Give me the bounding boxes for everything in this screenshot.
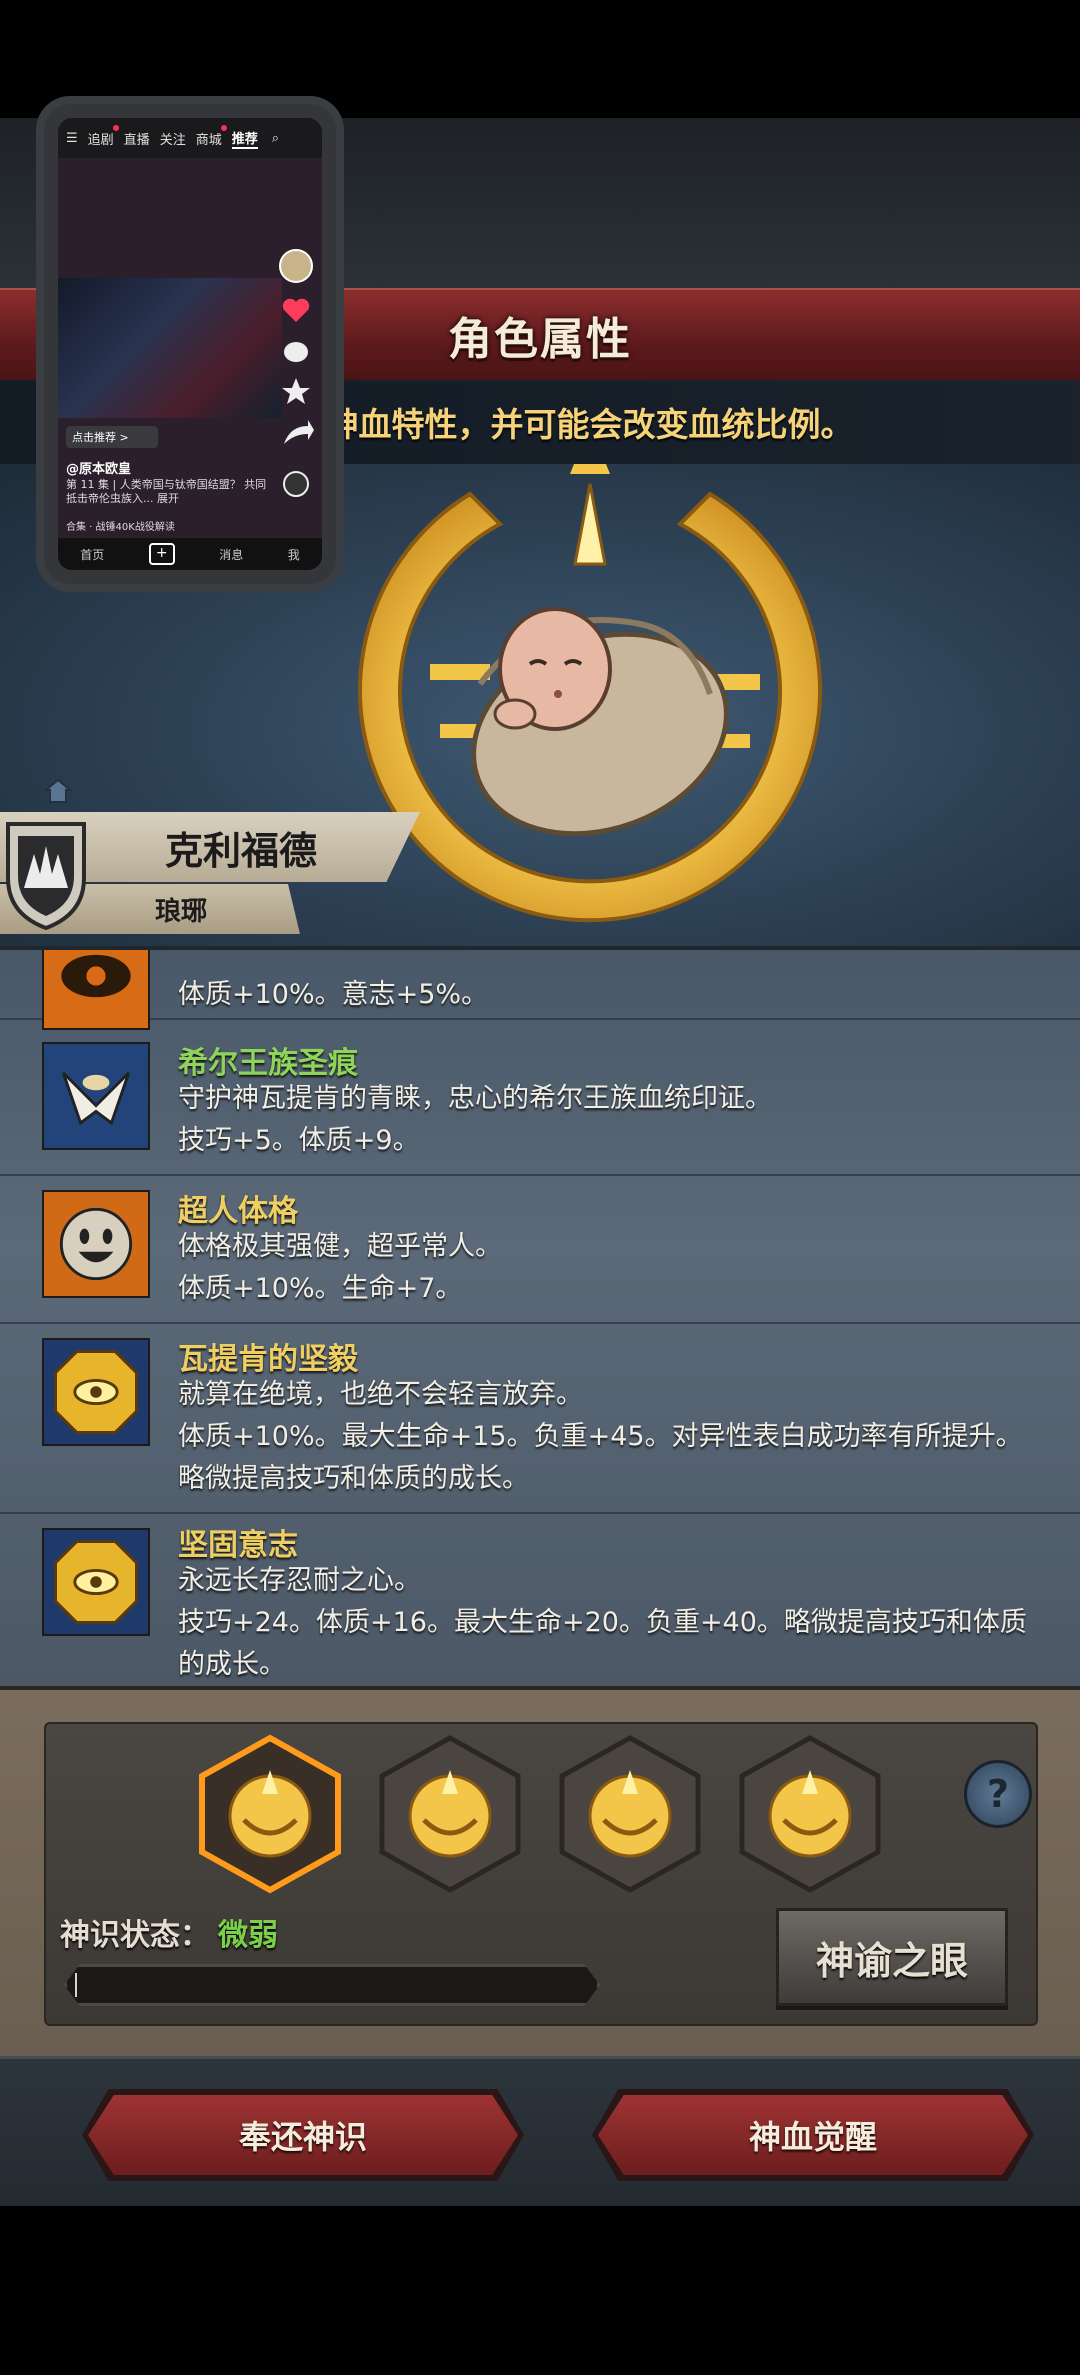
share-icon <box>284 420 314 444</box>
star-icon <box>282 378 310 404</box>
trait-effects: 体质+10%。最大生命+15。负重+45。对异性表白成功率有所提升。 <box>178 1421 1023 1452</box>
avatar <box>279 249 313 283</box>
listen-icon <box>283 471 309 497</box>
pip-tab-drama[interactable]: 追剧 <box>88 124 119 148</box>
trait-effects: 技巧+5。体质+9。 <box>178 1125 420 1156</box>
trait-effects: 体质+10%。生命+7。 <box>178 1273 463 1304</box>
return-divine-button[interactable]: 奉还神识 <box>88 2095 518 2175</box>
pip-author[interactable]: @原本欧皇 <box>66 458 131 477</box>
pip-tab-mall[interactable]: 商城 <box>196 124 227 148</box>
trait-description: 体格极其强健，超乎常人。 <box>178 1231 502 1262</box>
trait-growth: 的成长。 <box>178 1649 286 1680</box>
trait-name: 坚固意志 <box>178 1528 298 1563</box>
menu-icon[interactable]: ☰ <box>66 131 78 146</box>
floating-video-window[interactable]: ☰ 追剧 直播 关注 商城 推荐 ⌕ 点击推荐 > @原本欧皇 第 11 集 |… <box>44 104 336 584</box>
comment-icon <box>284 342 308 362</box>
pip-nav-home[interactable]: 首页 <box>80 546 104 563</box>
pip-nav-me[interactable]: 我 <box>288 546 300 563</box>
pip-tab-live[interactable]: 直播 <box>124 129 150 148</box>
pip-tab-follow[interactable]: 关注 <box>160 129 186 148</box>
trait-name: 希尔王族圣痕 <box>178 1046 358 1081</box>
pip-recommend-pill[interactable]: 点击推荐 > <box>66 426 158 448</box>
search-icon[interactable]: ⌕ <box>272 131 279 146</box>
white-eagle-icon <box>42 1042 150 1150</box>
blood-awaken-button[interactable]: 神血觉醒 <box>598 2095 1028 2175</box>
trait-growth: 略微提高技巧和体质的成长。 <box>178 1463 529 1494</box>
bottom-black-bar <box>0 2206 1080 2375</box>
question-icon: ? <box>986 1772 1010 1816</box>
pip-collection[interactable]: 合集 · 战锤40K战役解读 <box>66 518 314 538</box>
pip-tab-recommend[interactable]: 推荐 <box>231 128 258 149</box>
character-title: 琅琊 <box>155 896 208 927</box>
pip-top-nav: ☰ 追剧 直播 关注 商城 推荐 ⌕ <box>58 118 322 158</box>
gold-eye-medal-icon <box>42 1528 150 1636</box>
awakening-progress-bar <box>64 1964 600 2006</box>
list-item: 坚固意志 永远长存忍耐之心。 技巧+24。体质+16。最大生命+20。负重+40… <box>0 1514 1080 1690</box>
smiley-sun-icon <box>42 1190 150 1298</box>
traits-list[interactable]: 体质+10%。意志+5%。 希尔王族圣痕 守护神瓦提肯的青睐，忠心的希尔王族血统… <box>0 946 1080 1690</box>
help-button[interactable]: ? <box>964 1760 1032 1828</box>
trait-description: 守护神瓦提肯的青睐，忠心的希尔王族血统印证。 <box>178 1083 772 1114</box>
house-icon[interactable] <box>44 778 72 804</box>
list-item: 瓦提肯的坚毅 就算在绝境，也绝不会轻言放弃。 体质+10%。最大生命+15。负重… <box>0 1324 1080 1514</box>
status-label: 神识状态： <box>60 1918 210 1953</box>
awakening-inner: ? 神识状态： 微弱 神谕之眼 <box>44 1722 1038 2026</box>
divine-slot-1[interactable] <box>198 1734 342 1894</box>
trait-name: 超人体格 <box>178 1194 298 1229</box>
status-value: 微弱 <box>218 1918 278 1953</box>
pip-description: 第 11 集 | 人类帝国与钛帝国结盟？ 共同抵击帝伦虫族入... 展开 <box>66 478 267 505</box>
divine-slot-2[interactable] <box>378 1734 522 1894</box>
page-title: 角色属性 <box>448 314 632 365</box>
awakening-panel: ? 神识状态： 微弱 神谕之眼 <box>0 1686 1080 2060</box>
oracle-eye-button[interactable]: 神谕之眼 <box>776 1908 1008 2006</box>
top-black-bar <box>0 0 1080 118</box>
progress-fill <box>75 1973 77 1997</box>
dark-castle-shield-icon <box>6 822 86 930</box>
divine-slot-4[interactable] <box>738 1734 882 1894</box>
heart-icon <box>282 298 310 322</box>
list-item: 希尔王族圣痕 守护神瓦提肯的青睐，忠心的希尔王族血统印证。 技巧+5。体质+9。 <box>0 1028 1080 1176</box>
pip-nav-messages[interactable]: 消息 <box>219 546 243 563</box>
divine-slot-3[interactable] <box>558 1734 702 1894</box>
bottom-action-bar: 奉还神识 神血觉醒 <box>0 2056 1080 2209</box>
pip-side-actions[interactable] <box>276 248 316 498</box>
trait-name: 瓦提肯的坚毅 <box>178 1342 358 1377</box>
gold-eye-medal-icon <box>42 1338 150 1446</box>
pip-screen[interactable]: ☰ 追剧 直播 关注 商城 推荐 ⌕ 点击推荐 > @原本欧皇 第 11 集 |… <box>58 118 322 570</box>
trait-effects: 技巧+24。体质+16。最大生命+20。负重+40。略微提高技巧和体质 <box>178 1607 1027 1638</box>
swaddled-baby-icon <box>471 607 729 837</box>
pip-video-frame[interactable] <box>58 278 282 418</box>
list-item: 体质+10%。意志+5%。 <box>0 950 1080 1030</box>
eye-sun-icon <box>42 950 150 1030</box>
trait-effects: 体质+10%。意志+5%。 <box>178 979 489 1010</box>
pip-bottom-nav: 首页 + 消息 我 <box>58 538 322 570</box>
character-name: 克利福德 <box>165 828 318 873</box>
pip-nav-plus[interactable]: + <box>148 543 175 565</box>
list-item: 超人体格 体格极其强健，超乎常人。 体质+10%。生命+7。 <box>0 1176 1080 1324</box>
trait-description: 就算在绝境，也绝不会轻言放弃。 <box>178 1379 583 1410</box>
trait-description: 永远长存忍耐之心。 <box>178 1565 421 1596</box>
